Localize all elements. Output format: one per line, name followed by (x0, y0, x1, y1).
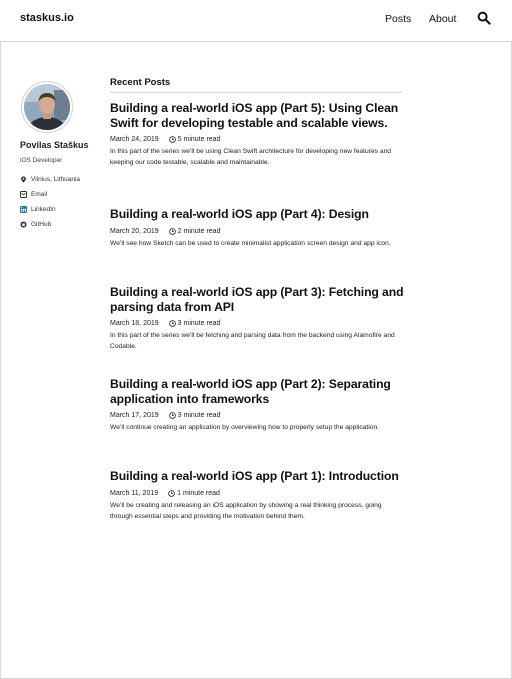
location-pin-icon (21, 176, 26, 183)
post-item: Building a real-world iOS app (Part 4): … (110, 207, 406, 249)
post-item: Building a real-world iOS app (Part 3): … (110, 285, 406, 352)
sidebar-item-label: Email (31, 191, 48, 198)
nav-link-posts[interactable]: Posts (385, 13, 411, 25)
post-item: Building a real-world iOS app (Part 1): … (110, 469, 406, 522)
sidebar-item-email[interactable]: Email (20, 191, 47, 198)
author-role: iOS Developer (20, 157, 63, 164)
post-date: March 20, 2019 (110, 227, 159, 235)
author-name: Povilas Staškus (20, 140, 89, 150)
post-excerpt: In this part of the series we’ll be usin… (110, 148, 392, 166)
sidebar-item-label: GitHub (31, 221, 52, 228)
post-item: Building a real-world iOS app (Part 2): … (110, 377, 406, 433)
post-excerpt: We’ll be creating and releasing an iOS a… (110, 501, 382, 520)
post-date: March 17, 2019 (110, 412, 159, 419)
sidebar-item-github[interactable]: GitHub (20, 221, 51, 228)
clock-icon (168, 227, 176, 235)
clock-icon (168, 489, 175, 497)
post-excerpt: We’ll see how Sketch can be used to crea… (110, 239, 391, 247)
post-excerpt: We’ll continue creating an application b… (110, 424, 380, 431)
sidebar-item-location: Vilnius, Lithuania (20, 176, 80, 183)
nav-link-about[interactable]: About (429, 13, 456, 25)
post-title-link[interactable]: Building a real-world iOS app (Part 5): … (110, 101, 406, 130)
clock-icon (168, 320, 176, 327)
post-title-link[interactable]: Building a real-world iOS app (Part 4): … (110, 207, 406, 222)
github-icon (20, 221, 27, 228)
post-title-link[interactable]: Building a real-world iOS app (Part 1): … (110, 469, 406, 484)
post-date: March 11, 2019 (110, 489, 159, 497)
section-divider (110, 92, 402, 93)
author-avatar (21, 81, 73, 133)
post-date: March 18, 2019 (110, 320, 159, 327)
post-item: Building a real-world iOS app (Part 5): … (110, 101, 406, 168)
site-header: staskus.io Posts About (0, 0, 512, 42)
post-read-time: 2 minute read (177, 227, 221, 235)
section-title: Recent Posts (110, 77, 171, 88)
post-meta: March 18, 2019 3 minute read (110, 320, 406, 327)
clock-icon (168, 412, 176, 419)
email-icon (20, 191, 27, 198)
sidebar-item-label: LinkedIn (31, 206, 56, 213)
post-read-time: 1 minute read (177, 489, 220, 497)
post-excerpt: In this part of the series we’ll be fetc… (110, 332, 395, 350)
search-icon (477, 11, 491, 25)
post-read-time: 5 minute read (177, 136, 221, 143)
search-button[interactable] (477, 11, 491, 25)
post-meta: March 17, 2019 3 minute read (110, 412, 406, 419)
clock-icon (168, 136, 176, 143)
site-brand-link[interactable]: staskus.io (20, 12, 74, 24)
post-title-link[interactable]: Building a real-world iOS app (Part 3): … (110, 285, 406, 314)
post-meta: March 24, 2019 5 minute read (110, 136, 406, 143)
post-meta: March 11, 2019 1 minute read (110, 490, 406, 497)
post-read-time: 3 minute read (177, 320, 221, 327)
post-date: March 24, 2019 (110, 136, 159, 143)
post-read-time: 3 minute read (177, 412, 221, 419)
sidebar-item-linkedin[interactable]: LinkedIn (20, 206, 56, 213)
sidebar-item-label: Vilnius, Lithuania (31, 176, 81, 183)
post-title-link[interactable]: Building a real-world iOS app (Part 2): … (110, 377, 406, 406)
post-meta: March 20, 2019 2 minute read (110, 228, 406, 235)
linkedin-icon (20, 206, 27, 213)
